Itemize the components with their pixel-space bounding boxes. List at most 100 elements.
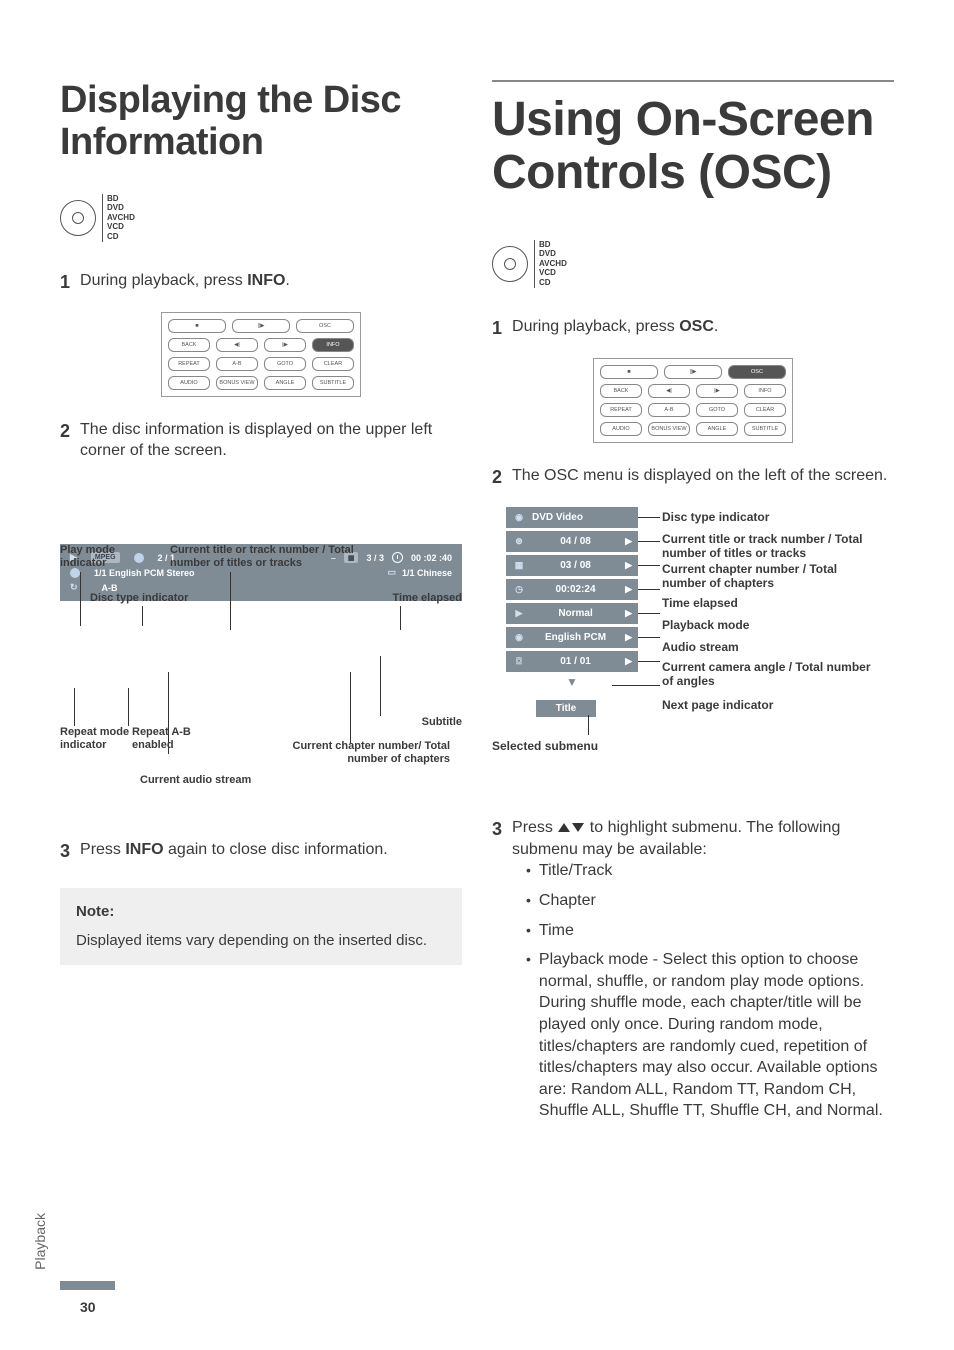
osc-item: ⌼ 01 / 01 ▶ xyxy=(506,651,638,672)
remote-btn: ||▶ xyxy=(232,319,290,333)
remote-btn: ||▶ xyxy=(664,365,722,379)
fmt: VCD xyxy=(107,222,135,232)
bullet-icon: • xyxy=(526,920,531,942)
info-diagram: Play mode indicator Current title or tra… xyxy=(60,544,462,809)
ab-value: A-B xyxy=(102,583,118,593)
remote-btn: BONUS VIEW xyxy=(216,376,258,390)
osc-diagram: ◉ DVD Video ⊛ 04 / 08▶ ▦ 03 / 08▶ ◷ 00:0… xyxy=(492,507,894,787)
side-tab: Playback xyxy=(32,1213,48,1270)
label-camera-angle: Current camera angle / Total number of a… xyxy=(662,661,882,689)
chevron-right-icon: ▶ xyxy=(625,584,632,595)
label-title-track: Current title or track number / Total nu… xyxy=(170,544,390,569)
right-step-3: 3 Press to highlight submenu. The follow… xyxy=(492,817,894,1130)
label-repeat-ab: Repeat A-B enabled xyxy=(132,726,212,751)
osc-item: ◉ English PCM▶ xyxy=(506,627,638,648)
remote-btn: SUBTITLE xyxy=(312,376,354,390)
fmt: CD xyxy=(107,232,135,242)
remote-btn: AUDIO xyxy=(168,376,210,390)
text: . xyxy=(285,272,289,289)
play-mini-icon: ▶ xyxy=(512,607,526,621)
chevron-right-icon: ▶ xyxy=(625,656,632,667)
text: During playback, press xyxy=(80,272,247,289)
chevron-right-icon: ▶ xyxy=(625,536,632,547)
angle-mini-icon: ⌼ xyxy=(512,655,526,669)
remote-btn: ◀| xyxy=(216,338,258,352)
step-num: 1 xyxy=(60,270,70,294)
remote-btn: GOTO xyxy=(264,357,306,371)
remote-btn-highlighted: OSC xyxy=(728,365,786,379)
remote-btn: A-B xyxy=(216,357,258,371)
note-title: Note: xyxy=(76,902,446,922)
remote-btn: CLEAR xyxy=(744,403,786,417)
text: During playback, press xyxy=(512,318,679,335)
label-time-elapsed: Time elapsed xyxy=(393,592,463,605)
fmt: CD xyxy=(539,278,567,288)
osc-value: Normal xyxy=(558,608,592,619)
remote-btn: ■ xyxy=(168,319,226,333)
text: Chapter xyxy=(539,890,894,912)
right-step-2: 2 The OSC menu is displayed on the left … xyxy=(492,465,894,489)
left-step-3: 3 Press INFO again to close disc informa… xyxy=(60,839,462,863)
right-title: Using On-Screen Controls (OSC) xyxy=(492,80,894,200)
remote-diagram-left: ■ ||▶ OSC BACK ◀| |▶ INFO REPEAT A-B GOT… xyxy=(161,312,361,397)
osc-value: 04 / 08 xyxy=(560,536,591,547)
text: Playback mode - Select this option to ch… xyxy=(539,949,894,1122)
remote-btn: INFO xyxy=(744,384,786,398)
osc-value: English PCM xyxy=(545,632,606,643)
label-title-track: Current title or track number / Total nu… xyxy=(662,533,882,561)
remote-btn: ■ xyxy=(600,365,658,379)
remote-btn: ANGLE xyxy=(696,422,738,436)
key-osc: OSC xyxy=(679,318,714,335)
list-item: •Time xyxy=(526,920,894,942)
time-value: 00 :02 :40 xyxy=(411,553,452,563)
osc-value: 03 / 08 xyxy=(560,560,591,571)
remote-btn: BONUS VIEW xyxy=(648,422,690,436)
key-info: INFO xyxy=(125,841,163,858)
osc-value: 01 / 01 xyxy=(560,656,591,667)
clock-icon xyxy=(392,552,403,563)
label-time-elapsed: Time elapsed xyxy=(662,597,738,611)
remote-btn: |▶ xyxy=(696,384,738,398)
remote-btn: SUBTITLE xyxy=(744,422,786,436)
osc-item: ⊛ 04 / 08▶ xyxy=(506,531,638,552)
text: Press xyxy=(512,819,557,836)
disc-icon xyxy=(492,246,528,282)
disc-formats-right: BD DVD AVCHD VCD CD xyxy=(492,240,894,288)
chevron-right-icon: ▶ xyxy=(625,560,632,571)
remote-btn: GOTO xyxy=(696,403,738,417)
text: again to close disc information. xyxy=(164,841,388,858)
remote-btn: ◀| xyxy=(648,384,690,398)
label-repeat-mode: Repeat mode indicator xyxy=(60,726,130,751)
subtitle-value: 1/1 Chinese xyxy=(402,568,452,578)
label-play-mode: Play mode indicator xyxy=(60,544,145,569)
remote-btn: A-B xyxy=(648,403,690,417)
chevron-right-icon: ▶ xyxy=(625,608,632,619)
fmt: AVCHD xyxy=(539,259,567,269)
remote-btn: BACK xyxy=(168,338,210,352)
label-playback-mode: Playback mode xyxy=(662,619,749,633)
osc-header-text: DVD Video xyxy=(532,512,583,523)
step-num: 2 xyxy=(60,419,70,462)
up-down-arrows-icon xyxy=(557,823,585,832)
remote-btn: CLEAR xyxy=(312,357,354,371)
osc-value: 00:02:24 xyxy=(556,584,596,595)
remote-btn: BACK xyxy=(600,384,642,398)
label-audio-stream: Current audio stream xyxy=(140,774,251,787)
text: Title/Track xyxy=(539,860,894,882)
left-title: Displaying the Disc Information xyxy=(60,80,462,164)
bullet-icon: • xyxy=(526,949,531,1122)
list-item: •Playback mode - Select this option to c… xyxy=(526,949,894,1122)
text: . xyxy=(714,318,718,335)
remote-btn: |▶ xyxy=(264,338,306,352)
chevron-right-icon: ▶ xyxy=(625,632,632,643)
remote-btn: ANGLE xyxy=(264,376,306,390)
text: The disc information is displayed on the… xyxy=(80,419,462,462)
label-chapter: Current chapter number/ Total number of … xyxy=(250,740,450,765)
remote-btn: AUDIO xyxy=(600,422,642,436)
step-num: 3 xyxy=(60,839,70,863)
fmt: BD xyxy=(107,194,135,204)
fmt: AVCHD xyxy=(107,213,135,223)
right-step-1: 1 During playback, press OSC. xyxy=(492,316,894,340)
note-body: Displayed items vary depending on the in… xyxy=(76,931,446,951)
label-chapter: Current chapter number / Total number of… xyxy=(662,563,882,591)
